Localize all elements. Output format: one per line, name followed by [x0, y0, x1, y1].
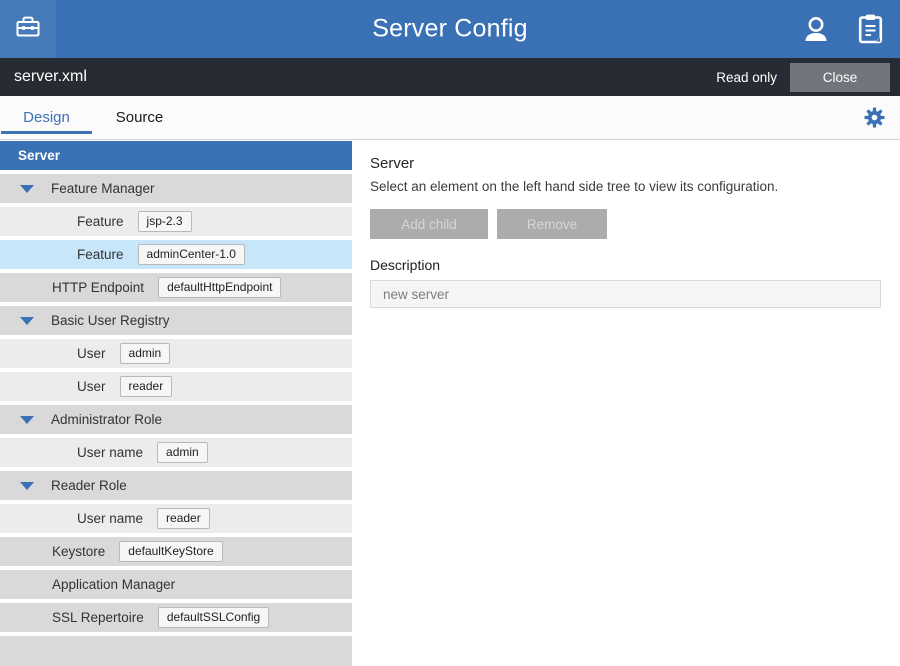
tab-design[interactable]: Design [0, 96, 93, 139]
description-label: Description [370, 257, 881, 273]
tree-item-value-badge: defaultHttpEndpoint [158, 277, 281, 298]
tree-item-label: Feature [77, 247, 124, 262]
tree-item-label: Server [18, 148, 60, 163]
config-tree: ServerFeature ManagerFeaturejsp-2.3Featu… [0, 140, 352, 666]
clipboard-icon[interactable] [857, 13, 884, 45]
detail-title: Server [370, 155, 881, 172]
tree-item-label: Reader Role [51, 478, 127, 493]
tree-item-label: SSL Repertoire [52, 610, 144, 625]
tree-item-user-admin[interactable]: User admin [0, 339, 352, 368]
toolbox-icon [14, 13, 42, 46]
read-only-label: Read only [716, 70, 777, 85]
tree-filler [0, 636, 352, 666]
caret-down-icon[interactable] [20, 317, 34, 325]
tree-item-user-reader[interactable]: User reader [0, 372, 352, 401]
tree-item-reader-role[interactable]: Reader Role [0, 471, 352, 500]
tree-item-user-name-reader[interactable]: User name reader [0, 504, 352, 533]
detail-panel: Server Select an element on the left han… [352, 140, 900, 666]
tree-item-basic-user-registry[interactable]: Basic User Registry [0, 306, 352, 335]
file-bar: server.xml Read only Close [0, 58, 900, 96]
tree-item-label: Feature [77, 214, 124, 229]
tree-item-value-badge: admin [120, 343, 171, 364]
tree-item-http-endpoint-defaulthttpendpoint[interactable]: HTTP Endpoint defaultHttpEndpoint [0, 273, 352, 302]
app-header: Server Config [0, 0, 900, 58]
tab-bar: Design Source [0, 96, 900, 140]
settings-gear-icon[interactable] [864, 96, 900, 139]
tree-item-keystore-defaultkeystore[interactable]: Keystore defaultKeyStore [0, 537, 352, 566]
caret-down-icon[interactable] [20, 416, 34, 424]
tree-item-value-badge: reader [157, 508, 210, 529]
tree-item-label: User name [77, 511, 143, 526]
caret-down-icon[interactable] [20, 482, 34, 490]
tree-item-administrator-role[interactable]: Administrator Role [0, 405, 352, 434]
caret-down-icon[interactable] [20, 185, 34, 193]
tree-item-label: Feature Manager [51, 181, 155, 196]
tree-item-label: HTTP Endpoint [52, 280, 144, 295]
tree-item-label: Basic User Registry [51, 313, 170, 328]
tree-item-value-badge: adminCenter-1.0 [138, 244, 245, 265]
tree-item-feature-admincenter-1.0[interactable]: Feature adminCenter-1.0 [0, 240, 352, 269]
tree-item-label: User [77, 379, 106, 394]
remove-button[interactable]: Remove [497, 209, 607, 239]
tree-item-value-badge: jsp-2.3 [138, 211, 192, 232]
tree-item-value-badge: admin [157, 442, 208, 463]
add-child-button[interactable]: Add child [370, 209, 488, 239]
tree-item-ssl-repertoire-defaultsslconfig[interactable]: SSL Repertoire defaultSSLConfig [0, 603, 352, 632]
tree-item-label: Keystore [52, 544, 105, 559]
tree-item-label: User name [77, 445, 143, 460]
tab-source[interactable]: Source [93, 96, 186, 139]
tree-item-application-manager[interactable]: Application Manager [0, 570, 352, 599]
tree-item-feature-manager[interactable]: Feature Manager [0, 174, 352, 203]
tree-item-server[interactable]: Server [0, 141, 352, 170]
tree-item-value-badge: defaultSSLConfig [158, 607, 269, 628]
filename: server.xml [14, 68, 87, 86]
close-button[interactable]: Close [790, 63, 890, 92]
app-title: Server Config [372, 15, 527, 44]
tree-item-label: Application Manager [52, 577, 175, 592]
tree-item-label: User [77, 346, 106, 361]
tree-item-value-badge: defaultKeyStore [119, 541, 222, 562]
tree-item-user-name-admin[interactable]: User name admin [0, 438, 352, 467]
user-icon[interactable] [801, 14, 831, 45]
server-config-app: Server Config [0, 0, 900, 666]
toolbox-button[interactable] [0, 0, 56, 58]
description-input[interactable] [370, 280, 881, 308]
tree-item-feature-jsp-2.3[interactable]: Feature jsp-2.3 [0, 207, 352, 236]
detail-subtitle: Select an element on the left hand side … [370, 179, 881, 194]
main-content: ServerFeature ManagerFeaturejsp-2.3Featu… [0, 140, 900, 666]
tree-item-value-badge: reader [120, 376, 173, 397]
tree-item-label: Administrator Role [51, 412, 162, 427]
